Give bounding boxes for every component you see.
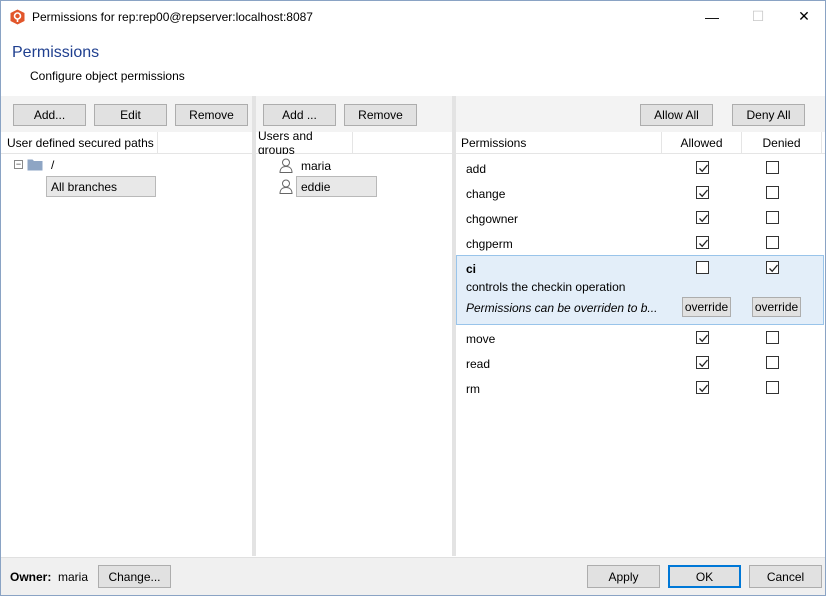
allowed-checkbox-chgowner[interactable] bbox=[696, 211, 709, 224]
allow-all-button[interactable]: Allow All bbox=[640, 104, 713, 126]
denied-checkbox-chgowner[interactable] bbox=[766, 211, 779, 224]
permissions-dialog: Permissions for rep:rep00@repserver:loca… bbox=[0, 0, 826, 596]
allowed-checkbox-read[interactable] bbox=[696, 356, 709, 369]
paths-header-label[interactable]: User defined secured paths bbox=[1, 132, 158, 153]
maximize-button[interactable]: ☐ bbox=[735, 1, 781, 32]
allowed-checkbox-change[interactable] bbox=[696, 186, 709, 199]
denied-checkbox-chgperm[interactable] bbox=[766, 236, 779, 249]
permission-name-move: move bbox=[466, 332, 496, 346]
allowed-checkbox-chgperm[interactable] bbox=[696, 236, 709, 249]
permission-name-add: add bbox=[466, 162, 487, 176]
denied-checkbox-change[interactable] bbox=[766, 186, 779, 199]
close-button[interactable]: ✕ bbox=[781, 1, 826, 32]
allowed-checkbox-move[interactable] bbox=[696, 331, 709, 344]
add-path-button[interactable]: Add... bbox=[13, 104, 86, 126]
change-owner-button[interactable]: Change... bbox=[98, 565, 171, 588]
permissions-column-header: Permissions Allowed Denied bbox=[456, 132, 825, 154]
title-bar: Permissions for rep:rep00@repserver:loca… bbox=[1, 1, 825, 32]
page-subtitle: Configure object permissions bbox=[30, 69, 185, 83]
denied-header-label[interactable]: Denied bbox=[742, 132, 822, 153]
close-icon: ✕ bbox=[798, 8, 810, 24]
denied-checkbox-ci[interactable] bbox=[766, 261, 779, 274]
remove-user-button[interactable]: Remove bbox=[344, 104, 417, 126]
remove-path-button[interactable]: Remove bbox=[175, 104, 248, 126]
permissions-header-label[interactable]: Permissions bbox=[456, 132, 662, 153]
users-column-header: Users and groups bbox=[256, 129, 452, 157]
allowed-header-label[interactable]: Allowed bbox=[662, 132, 742, 153]
denied-checkbox-rm[interactable] bbox=[766, 381, 779, 394]
selected-branch-item[interactable]: All branches bbox=[46, 176, 156, 197]
user-icon bbox=[279, 158, 293, 173]
folder-icon bbox=[27, 159, 43, 171]
permission-name-chgperm: chgperm bbox=[466, 237, 513, 251]
minimize-button[interactable]: — bbox=[689, 1, 735, 32]
users-list bbox=[256, 154, 452, 556]
permission-name-read: read bbox=[466, 357, 491, 371]
path-root-label[interactable]: / bbox=[51, 158, 54, 172]
allowed-checkbox-ci[interactable] bbox=[696, 261, 709, 274]
add-user-button[interactable]: Add ... bbox=[263, 104, 336, 126]
override-denied-button[interactable]: override bbox=[752, 297, 801, 317]
user-item-maria[interactable]: maria bbox=[301, 159, 331, 173]
collapse-icon[interactable]: − bbox=[14, 160, 23, 169]
cancel-button[interactable]: Cancel bbox=[749, 565, 822, 588]
allowed-checkbox-rm[interactable] bbox=[696, 381, 709, 394]
denied-checkbox-read[interactable] bbox=[766, 356, 779, 369]
permission-override-note: Permissions can be overriden to b... bbox=[466, 301, 658, 315]
permission-description: controls the checkin operation bbox=[466, 280, 626, 294]
permission-name-change: change bbox=[466, 187, 506, 201]
users-header-label[interactable]: Users and groups bbox=[256, 129, 353, 157]
denied-checkbox-add[interactable] bbox=[766, 161, 779, 174]
branch-label: All branches bbox=[51, 179, 118, 194]
app-logo-icon bbox=[10, 9, 25, 25]
minimize-icon: — bbox=[705, 8, 719, 25]
paths-column-header: User defined secured paths bbox=[1, 132, 252, 154]
override-allowed-button[interactable]: override bbox=[682, 297, 731, 317]
permission-name-chgowner: chgowner bbox=[466, 212, 519, 226]
apply-button[interactable]: Apply bbox=[587, 565, 660, 588]
deny-all-button[interactable]: Deny All bbox=[732, 104, 805, 126]
user-icon bbox=[279, 179, 293, 194]
owner-value: maria bbox=[58, 570, 89, 584]
paths-list bbox=[1, 154, 252, 556]
user-item-eddie[interactable]: eddie bbox=[301, 180, 330, 194]
denied-checkbox-move[interactable] bbox=[766, 331, 779, 344]
maximize-icon: ☐ bbox=[751, 8, 765, 24]
permission-name-ci: ci bbox=[466, 262, 477, 276]
permission-name-rm: rm bbox=[466, 382, 480, 396]
edit-path-button[interactable]: Edit bbox=[94, 104, 167, 126]
window-title: Permissions for rep:rep00@repserver:loca… bbox=[32, 10, 313, 24]
ok-button[interactable]: OK bbox=[668, 565, 741, 588]
owner-label: Owner: bbox=[10, 570, 52, 584]
page-title: Permissions bbox=[12, 44, 100, 61]
allowed-checkbox-add[interactable] bbox=[696, 161, 709, 174]
